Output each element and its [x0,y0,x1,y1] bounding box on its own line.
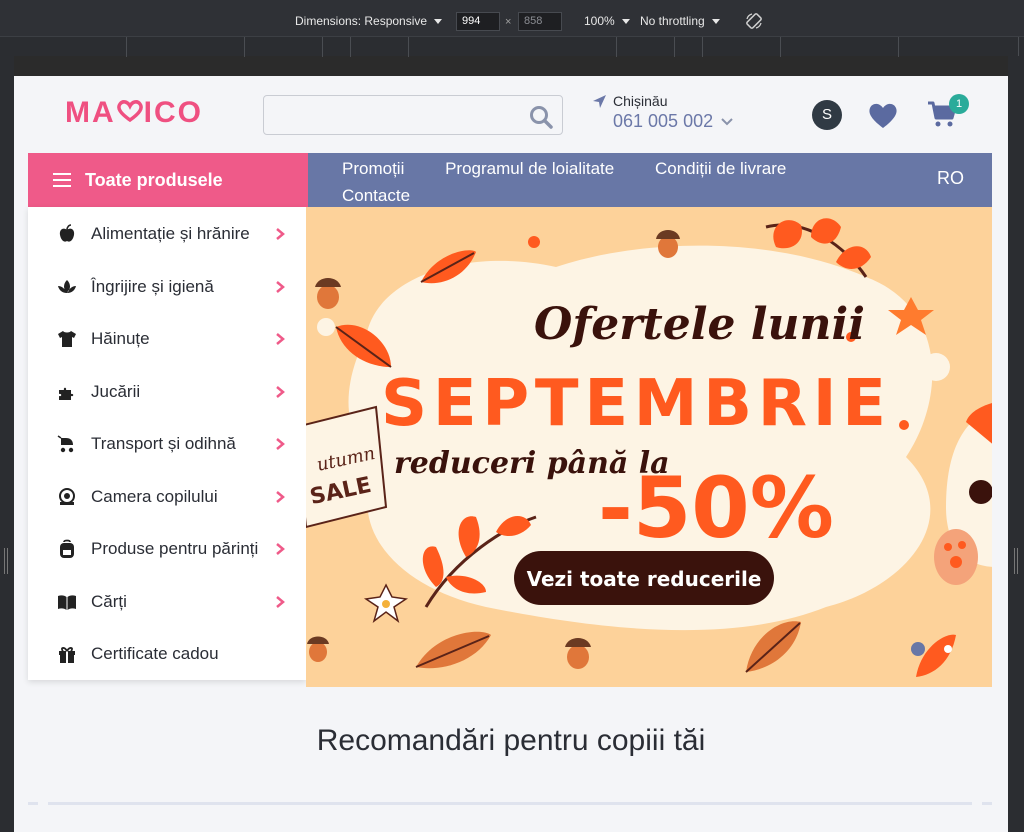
promo-banner[interactable]: utumn SALE Ofertele lunii SEPTEMBRIE red… [306,207,992,687]
throttling-dropdown[interactable]: No throttling [640,14,720,28]
main-nav: Toate produsele Promoții Programul de lo… [28,153,992,207]
chevron-right-icon [276,386,285,398]
recommendations-title: Recomandări pentru copiii tăi [316,724,706,757]
dimensions-label: Dimensions: Responsive [295,14,428,28]
category-label: Jucării [91,382,141,401]
divider [982,802,992,805]
city-label: Chișinău [613,93,668,109]
city-row: Chișinău [592,93,733,109]
phone-number: 061 005 002 [613,111,714,131]
nav-link-promotii[interactable]: Promoții [342,159,404,178]
page-viewport: MA ICO Chișinău 061 005 002 S 1 Toate pr… [14,76,1008,832]
category-item[interactable]: Certificate cadou [28,627,306,679]
site-logo[interactable]: MA ICO [65,96,203,130]
chevron-right-icon [276,438,285,450]
category-item[interactable]: Produse pentru părinți [28,522,306,574]
user-avatar[interactable]: S [812,100,842,130]
chevron-right-icon [276,596,285,608]
flower-bottom [363,583,409,623]
category-item[interactable]: Transport și odihnă [28,417,306,469]
search-box [263,95,563,135]
divider [28,802,38,805]
puzzle-icon [59,387,74,400]
backpack-icon [60,539,74,558]
height-input[interactable]: 858 [518,12,562,31]
devtools-toolbar: Dimensions: Responsive 994 × 858 100% No… [0,0,1024,36]
dimensions-dropdown[interactable]: Dimensions: Responsive [295,14,443,28]
category-label: Hăinuțe [91,329,150,348]
cart-count-badge: 1 [949,94,969,114]
zoom-dropdown[interactable]: 100% [584,14,630,28]
language-switch[interactable]: RO [937,168,964,189]
category-item[interactable]: Jucării [28,365,306,417]
category-label: Îngrijire și igienă [91,277,214,296]
search-input[interactable] [272,104,512,126]
nav-link-loialitate[interactable]: Programul de loialitate [445,159,614,178]
throttling-label: No throttling [640,14,705,28]
category-label: Certificate cadou [91,644,219,663]
tag: utumn SALE [306,405,388,529]
acorn-left [315,278,341,309]
apple-icon [59,224,75,242]
baby-room-icon [59,488,75,505]
category-item[interactable]: Hăinuțe [28,312,306,364]
logo-text-right: ICO [143,96,203,129]
cta-button[interactable]: Vezi toate reducerile [514,551,774,605]
category-label: Alimentație și hrănire [91,224,250,243]
all-products-label: Toate produsele [85,169,223,190]
logo-heart-icon [116,100,143,122]
chevron-right-icon [276,281,285,293]
banner-discount: -50% [598,459,834,557]
right-resize-gutter [1008,56,1024,832]
category-label: Transport și odihnă [91,434,236,453]
chevron-down-icon[interactable] [721,117,733,126]
resize-handle-right[interactable] [1014,548,1018,574]
left-resize-gutter [0,56,14,832]
search-icon[interactable] [528,104,554,130]
category-menu: Alimentație și hrănire Îngrijire și igie… [28,207,306,680]
chevron-down-icon [621,18,630,24]
heart-icon[interactable] [867,101,899,129]
chevron-right-icon [276,228,285,240]
zoom-label: 100% [584,14,615,28]
chevron-right-icon [276,543,285,555]
category-label: Produse pentru părinți [91,539,259,558]
stroller-icon [57,435,74,453]
media-query-ruler [0,36,1024,57]
resize-handle-left[interactable] [4,548,8,574]
location-block[interactable]: Chișinău 061 005 002 [592,93,733,132]
lotus-icon [58,280,76,293]
category-item[interactable]: Cărți [28,575,306,627]
book-icon [58,595,76,610]
divider [48,802,972,805]
category-label: Camera copilului [91,487,218,506]
rotate-icon[interactable] [745,12,763,30]
logo-text-left: MA [65,96,116,129]
chevron-down-icon [711,18,720,24]
gift-icon [59,647,75,663]
times-icon: × [505,16,512,28]
menu-icon [53,173,71,187]
category-item[interactable]: Alimentație și hrănire [28,207,306,259]
chevron-right-icon [276,333,285,345]
category-item[interactable]: Camera copilului [28,470,306,522]
cta-button-label: Vezi toate reducerile [527,567,762,591]
chevron-down-icon [434,18,443,24]
tshirt-icon [58,331,76,347]
nav-links: Promoții Programul de loialitate Condiți… [342,155,902,209]
width-input[interactable]: 994 [456,12,500,31]
location-arrow-icon [593,94,606,108]
fox-character [934,403,992,585]
nav-link-contacte[interactable]: Contacte [342,186,410,205]
banner-artwork: utumn SALE Ofertele lunii SEPTEMBRIE red… [306,218,992,677]
phone-row: 061 005 002 [613,111,733,132]
chevron-right-icon [276,491,285,503]
all-products-button[interactable]: Toate produsele [28,153,308,207]
category-item[interactable]: Îngrijire și igienă [28,260,306,312]
banner-title-line1: Ofertele lunii [534,299,865,350]
site-header: MA ICO Chișinău 061 005 002 S 1 [14,76,1008,153]
nav-link-livrare[interactable]: Condiții de livrare [655,159,786,178]
category-label: Cărți [91,592,127,611]
